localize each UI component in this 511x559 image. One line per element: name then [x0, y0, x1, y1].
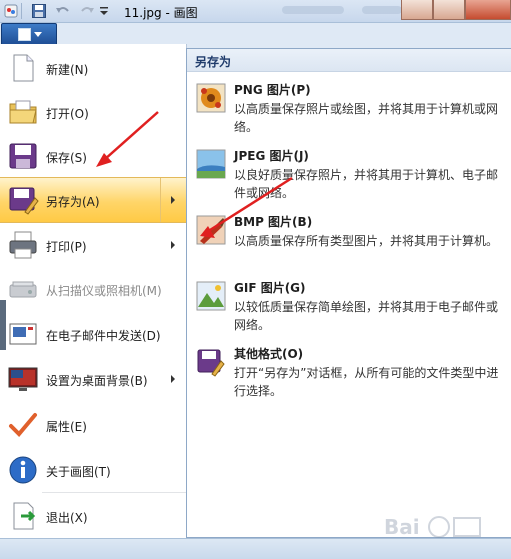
quick-save-icon[interactable]: [32, 4, 46, 18]
minimize-button[interactable]: [401, 0, 433, 20]
submenu-arrow-icon: [171, 241, 175, 249]
gif-image-icon: [196, 281, 226, 311]
redo-icon[interactable]: [79, 4, 95, 18]
window-controls: [401, 0, 511, 20]
undo-icon[interactable]: [55, 4, 71, 18]
document-icon: [18, 28, 31, 41]
menu-separator: [42, 492, 186, 493]
blurred-tab: [282, 6, 344, 14]
menu-item-save-as[interactable]: 另存为(A): [0, 177, 186, 223]
window-title: 11.jpg - 画图: [124, 6, 198, 20]
submenu-arrow-icon: [171, 375, 175, 383]
new-file-icon: [13, 54, 34, 82]
checkmark-icon: [9, 413, 37, 437]
customize-quick-access-icon[interactable]: [99, 5, 109, 17]
save-as-gif[interactable]: GIF 图片(G) 以较低质量保存简单绘图，并将其用于电子邮件或网络。: [187, 275, 511, 339]
save-as-other-formats[interactable]: 其他格式(O) 打开“另存为”对话框，从所有可能的文件类型中进行选择。: [187, 341, 511, 405]
info-icon: [9, 456, 37, 484]
email-icon: [9, 323, 37, 345]
application-menu: 新建(N) 打开(O) 保存(S) 另存为(A) 打印(P) 从扫描仪或照相机(…: [0, 44, 187, 538]
menu-item-from-scanner: 从扫描仪或照相机(M): [0, 267, 186, 311]
paint-app-icon[interactable]: [4, 3, 18, 19]
exit-icon: [13, 502, 36, 530]
menu-item-open[interactable]: 打开(O): [0, 90, 186, 134]
save-as-png[interactable]: PNG 图片(P) 以高质量保存照片或绘图，并将其用于计算机或网络。: [187, 77, 511, 141]
submenu-arrow-icon: [171, 196, 175, 204]
save-disk-icon: [9, 143, 37, 169]
svg-text:Bai: Bai: [384, 515, 420, 539]
submenu-header: 另存为: [187, 49, 511, 72]
scanner-icon: [9, 281, 37, 298]
menu-item-exit[interactable]: 退出(X): [0, 494, 186, 538]
canvas-edge: [0, 300, 6, 350]
close-button[interactable]: [465, 0, 511, 20]
save-as-icon: [9, 187, 39, 215]
menu-item-set-desktop-background[interactable]: 设置为桌面背景(B): [0, 357, 186, 401]
menu-item-properties[interactable]: 属性(E): [0, 403, 186, 447]
save-as-jpeg[interactable]: JPEG 图片(J) 以良好质量保存照片，并将其用于计算机、电子邮件或网络。: [187, 143, 511, 207]
other-formats-icon: [197, 349, 225, 377]
png-image-icon: [196, 83, 226, 113]
menu-item-new[interactable]: 新建(N): [0, 46, 186, 90]
submenu-separator: [160, 178, 161, 222]
bmp-image-icon: [196, 215, 226, 245]
menu-item-save[interactable]: 保存(S): [0, 134, 186, 178]
blurred-tab: [362, 6, 402, 14]
save-as-submenu: 另存为 PNG 图片(P) 以高质量保存照片或绘图，并将其用于计算机或网络。 J…: [186, 48, 511, 538]
save-as-bmp[interactable]: BMP 图片(B) 以高质量保存所有类型图片，并将其用于计算机。: [187, 209, 511, 273]
desktop-icon: [8, 367, 38, 391]
application-menu-button[interactable]: [1, 23, 57, 45]
open-folder-icon: [9, 100, 37, 124]
menu-item-print[interactable]: 打印(P): [0, 223, 186, 267]
toolbar-separator: [21, 3, 22, 19]
dropdown-arrow-icon: [34, 32, 42, 37]
watermark-logo: Bai: [384, 515, 481, 539]
maximize-button[interactable]: [433, 0, 465, 20]
title-bar: 11.jpg - 画图: [0, 0, 511, 23]
printer-icon: [9, 231, 37, 259]
jpeg-image-icon: [196, 149, 226, 179]
menu-item-send-email[interactable]: 在电子邮件中发送(D): [0, 312, 186, 356]
menu-item-about-paint[interactable]: 关于画图(T): [0, 448, 186, 492]
